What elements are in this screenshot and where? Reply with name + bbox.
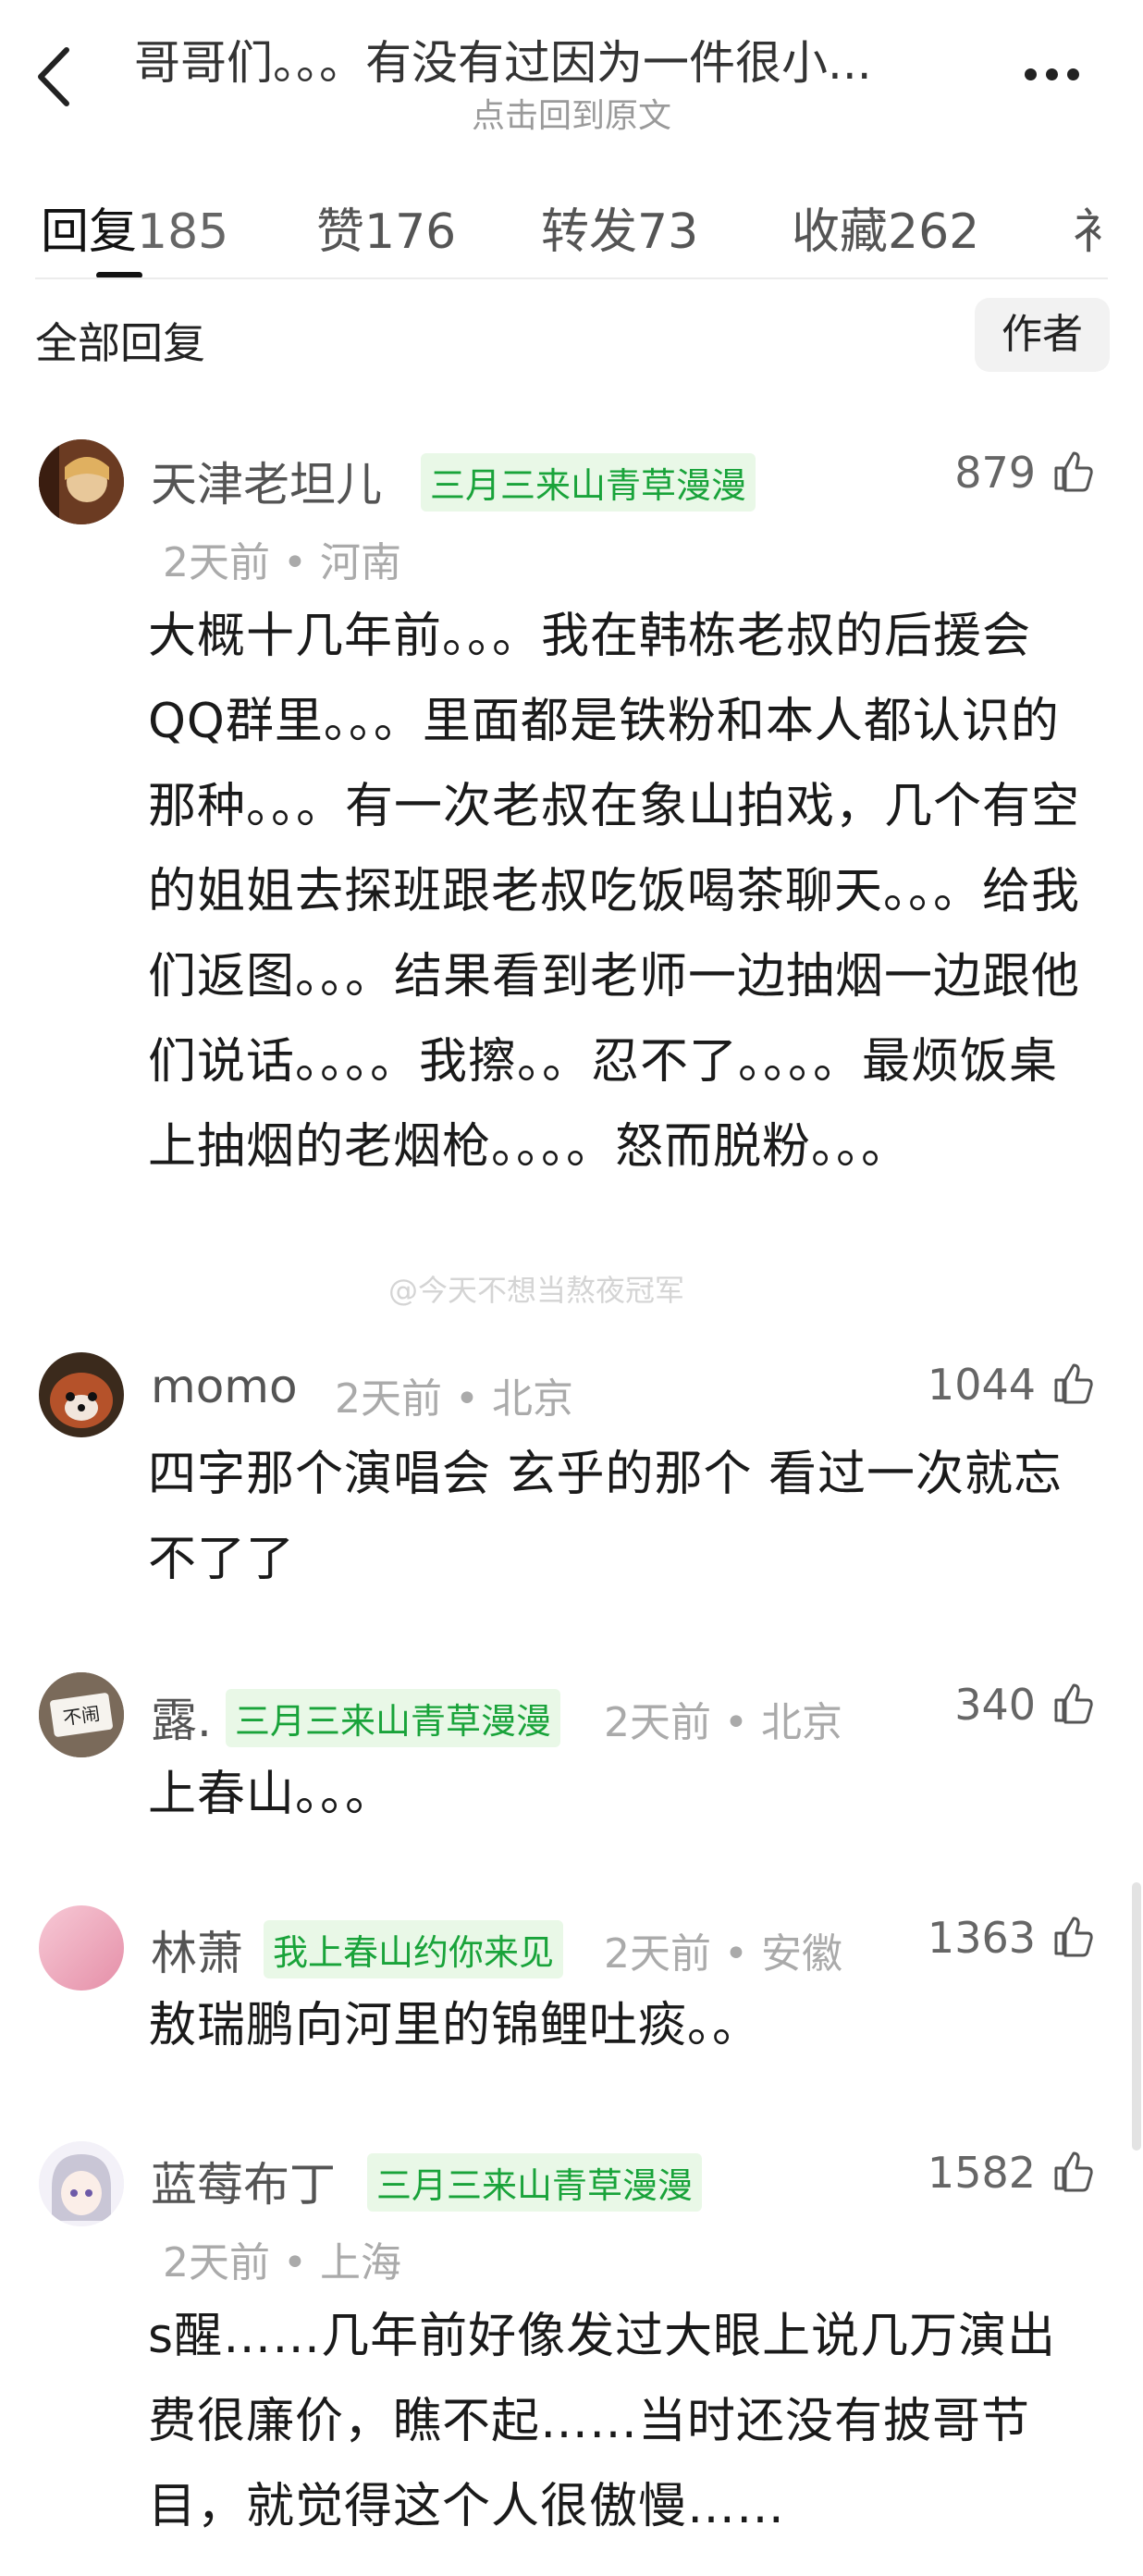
tab-count: 73 bbox=[637, 204, 699, 260]
like-count: 1363 bbox=[927, 1913, 1036, 1963]
separator: • bbox=[455, 1375, 479, 1423]
avatar[interactable] bbox=[39, 1352, 124, 1437]
scrollbar[interactable] bbox=[1132, 1882, 1141, 2151]
author-filter-button[interactable]: 作者 bbox=[975, 298, 1110, 372]
avatar[interactable] bbox=[39, 439, 124, 524]
thumbs-up-icon[interactable] bbox=[1052, 1362, 1095, 1404]
username[interactable]: 天津老坦儿 bbox=[151, 448, 382, 514]
fan-badge[interactable]: 我上春山约你来见 bbox=[264, 1920, 564, 1978]
separator: • bbox=[283, 2239, 307, 2286]
username[interactable]: 林萧 bbox=[151, 1917, 243, 1983]
timestamp: 2天前 bbox=[335, 1375, 442, 1423]
tab-reposts[interactable]: 转发73 bbox=[541, 192, 698, 262]
location: 河南 bbox=[319, 539, 401, 586]
location: 北京 bbox=[491, 1375, 573, 1423]
timestamp: 2天前 bbox=[163, 539, 270, 586]
comment-text: 四字那个演唱会 玄乎的那个 看过一次就忘不了了 bbox=[148, 1447, 1063, 1587]
tab-replies[interactable]: 回复185 bbox=[41, 192, 228, 262]
comment-meta: 2天前 • 河南 bbox=[163, 529, 401, 588]
comment-meta: 2天前 • 安徽 bbox=[604, 1920, 842, 1979]
fan-badge[interactable]: 三月三来山青草漫漫 bbox=[226, 1689, 561, 1747]
like-count: 340 bbox=[954, 1680, 1036, 1730]
comment-text: 敖瑞鹏向河里的锦鲤吐痰。。 bbox=[148, 1998, 762, 2053]
divider bbox=[35, 277, 1108, 279]
tab-favorites[interactable]: 收藏262 bbox=[792, 192, 979, 262]
username[interactable]: 露. bbox=[151, 1683, 212, 1750]
thumbs-up-icon[interactable] bbox=[1052, 1915, 1095, 1957]
more-icon[interactable] bbox=[1025, 67, 1088, 84]
tab-likes[interactable]: 赞176 bbox=[316, 192, 456, 262]
tab-label: 收藏 bbox=[792, 204, 889, 260]
username[interactable]: momo bbox=[151, 1360, 298, 1413]
username[interactable]: 蓝莓布丁 bbox=[151, 2148, 336, 2214]
like-count: 1044 bbox=[927, 1360, 1036, 1410]
avatar[interactable] bbox=[39, 1905, 124, 1991]
tab-count: 262 bbox=[888, 204, 980, 260]
location: 上海 bbox=[319, 2239, 401, 2286]
location: 北京 bbox=[760, 1699, 842, 1746]
avatar[interactable]: 不闹 bbox=[39, 1672, 124, 1757]
comment-text: 大概十几年前。。。我在韩栋老叔的后援会QQ群里。。。里面都是铁粉和本人都认识的那… bbox=[148, 609, 1081, 1175]
back-to-original-link[interactable]: 点击回到原文 bbox=[0, 89, 1143, 137]
separator: • bbox=[724, 1930, 748, 1978]
tab-label: 衤 bbox=[1073, 204, 1110, 260]
thumbs-up-icon[interactable] bbox=[1052, 2150, 1095, 2192]
separator: • bbox=[724, 1699, 748, 1746]
separator: • bbox=[283, 539, 307, 586]
comment-meta: 2天前 • 上海 bbox=[163, 2229, 401, 2288]
tab-more[interactable]: 衤 bbox=[1073, 192, 1110, 262]
all-replies-filter[interactable]: 全部回复 bbox=[35, 310, 205, 371]
tab-label: 回复 bbox=[41, 204, 138, 260]
timestamp: 2天前 bbox=[163, 2239, 270, 2286]
watermark: @今天不想当熬夜冠军 bbox=[388, 1273, 685, 1308]
like-count: 1582 bbox=[927, 2148, 1036, 2198]
thumbs-up-icon[interactable] bbox=[1052, 1682, 1095, 1724]
avatar[interactable] bbox=[39, 2141, 124, 2226]
comment-meta: 2天前 • 北京 bbox=[604, 1689, 842, 1748]
tab-count: 176 bbox=[364, 204, 457, 260]
fan-badge[interactable]: 三月三来山青草漫漫 bbox=[421, 453, 756, 512]
comment-meta: 2天前 • 北京 bbox=[335, 1365, 573, 1424]
thumbs-up-icon[interactable] bbox=[1052, 450, 1095, 492]
timestamp: 2天前 bbox=[604, 1930, 711, 1978]
post-title[interactable]: 哥哥们。。。有没有过因为一件很小... bbox=[134, 26, 985, 92]
location: 安徽 bbox=[760, 1930, 842, 1978]
like-count: 879 bbox=[954, 448, 1036, 498]
comment-text: 上春山。。。 bbox=[148, 1767, 395, 1822]
tab-count: 185 bbox=[137, 204, 229, 260]
timestamp: 2天前 bbox=[604, 1699, 711, 1746]
tab-label: 赞 bbox=[316, 204, 365, 260]
fan-badge[interactable]: 三月三来山青草漫漫 bbox=[367, 2153, 703, 2212]
comment-text: s醒……几年前好像发过大眼上说几万演出费很廉价，瞧不起……当时还没有披哥节目，就… bbox=[148, 2309, 1057, 2534]
tab-label: 转发 bbox=[541, 204, 638, 260]
